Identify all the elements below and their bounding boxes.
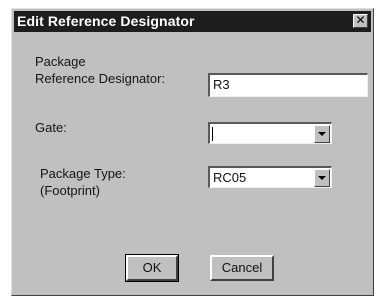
package-ref-label-line1: Package [35, 54, 86, 69]
chevron-down-icon [318, 176, 326, 180]
edit-reference-designator-dialog: Edit Reference Designator ✕ Package Refe… [11, 8, 374, 296]
close-icon: ✕ [355, 13, 366, 27]
package-type-select[interactable]: RC05 [208, 166, 332, 188]
package-type-label-line1: Package Type: [40, 166, 126, 181]
cancel-button[interactable]: Cancel [210, 255, 274, 281]
package-type-label-line2: (Footprint) [40, 183, 100, 198]
package-ref-label-line2: Reference Designator: [35, 71, 166, 86]
ok-button[interactable]: OK [125, 254, 179, 282]
gate-dropdown-button[interactable] [314, 125, 330, 143]
title-bar[interactable]: Edit Reference Designator ✕ [14, 11, 371, 32]
close-button[interactable]: ✕ [353, 14, 368, 28]
package-type-value: RC05 [213, 170, 247, 185]
gate-label: Gate: [35, 120, 67, 135]
dialog-title: Edit Reference Designator [17, 13, 195, 29]
chevron-down-icon [318, 132, 326, 136]
gate-select[interactable] [208, 122, 332, 144]
reference-designator-input[interactable]: R3 [208, 73, 368, 97]
text-caret [212, 127, 213, 141]
package-type-dropdown-button[interactable] [314, 169, 330, 187]
